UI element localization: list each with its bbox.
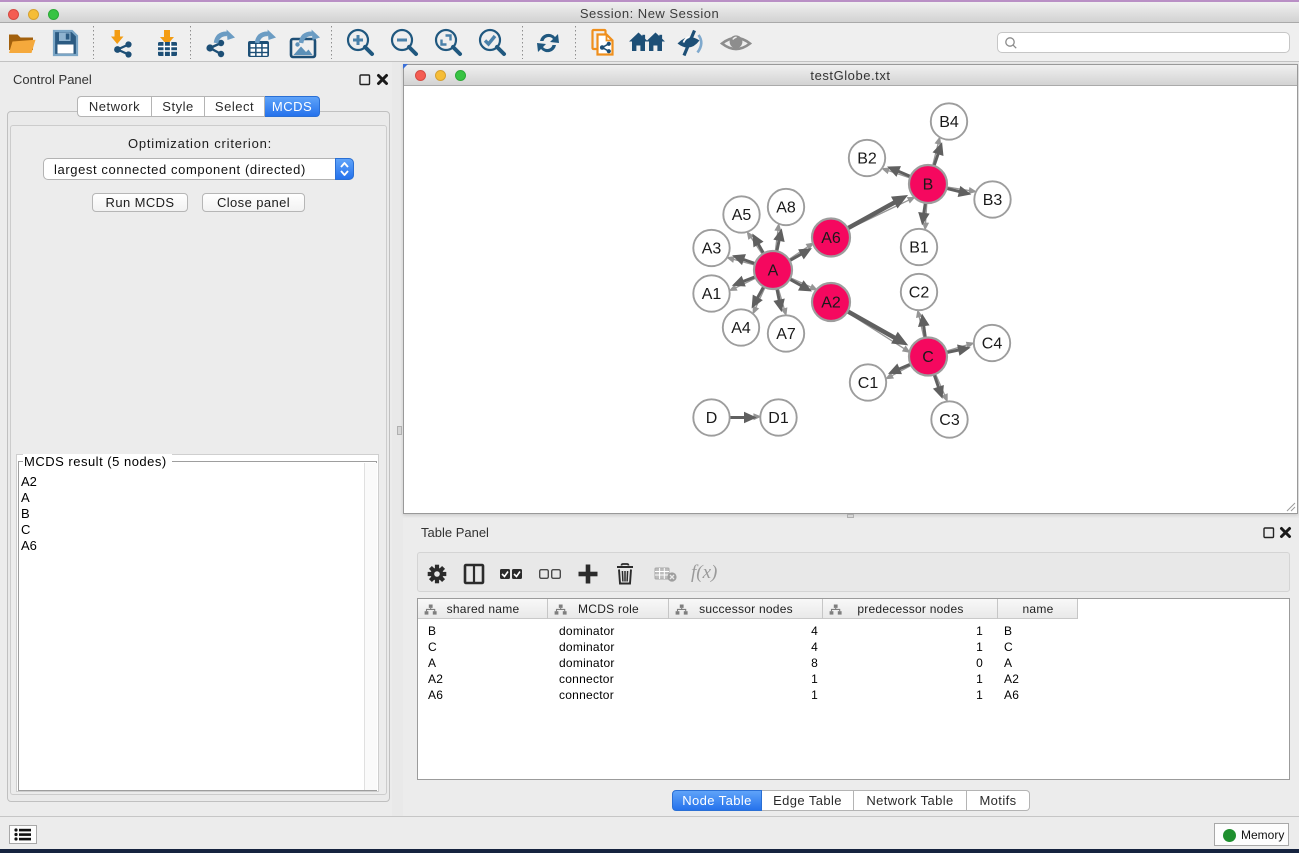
svg-text:D: D — [706, 410, 718, 427]
svg-text:B: B — [923, 177, 934, 194]
svg-text:C: C — [922, 349, 934, 366]
svg-text:A5: A5 — [732, 207, 752, 224]
svg-text:B4: B4 — [939, 114, 959, 131]
svg-text:A8: A8 — [776, 200, 796, 217]
svg-text:A3: A3 — [702, 241, 722, 258]
svg-text:A4: A4 — [731, 320, 751, 337]
svg-text:A1: A1 — [702, 286, 722, 303]
svg-text:A2: A2 — [821, 295, 841, 312]
svg-text:A7: A7 — [776, 326, 796, 343]
svg-text:C3: C3 — [939, 412, 960, 429]
svg-text:D1: D1 — [768, 410, 789, 427]
svg-text:C2: C2 — [909, 285, 930, 302]
svg-text:A: A — [768, 263, 779, 280]
svg-text:B3: B3 — [983, 192, 1003, 209]
svg-text:C4: C4 — [982, 336, 1003, 353]
svg-text:C1: C1 — [858, 375, 879, 392]
svg-text:B1: B1 — [909, 240, 929, 257]
svg-text:B2: B2 — [857, 151, 877, 168]
svg-text:A6: A6 — [821, 230, 841, 247]
